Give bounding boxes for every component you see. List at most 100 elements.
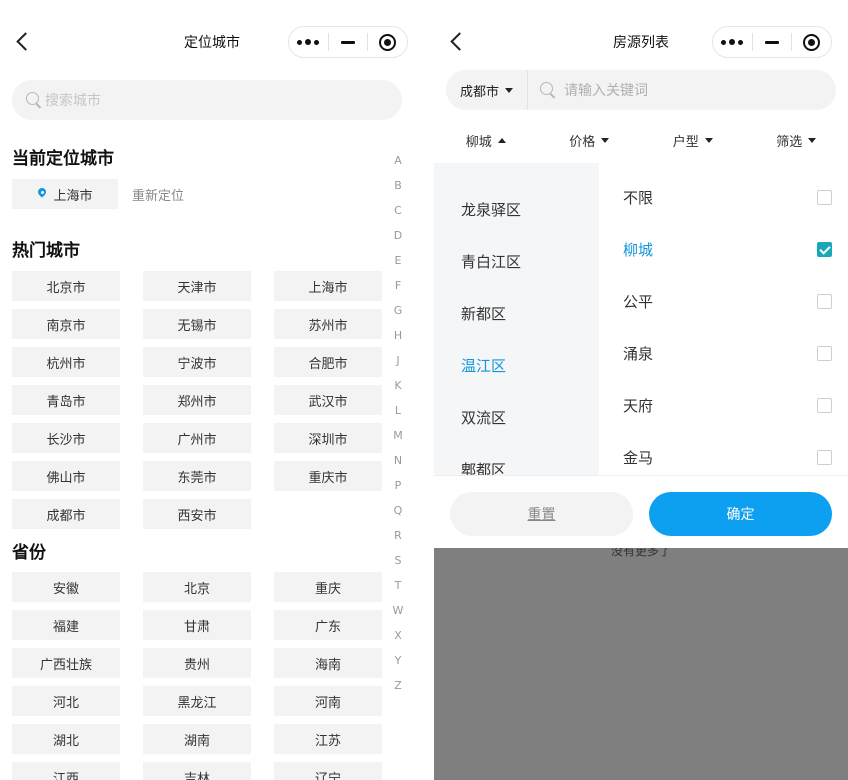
dim-overlay[interactable]: [434, 548, 848, 780]
province-chip[interactable]: 辽宁: [274, 762, 382, 780]
filter-tab[interactable]: 价格: [538, 118, 642, 162]
alphabet-letter[interactable]: Q: [391, 500, 405, 525]
more-button[interactable]: [289, 27, 328, 57]
district-list: 龙泉驿区 青白江区 新都区 温江区 双流区 郫都区: [434, 163, 599, 475]
alphabet-letter[interactable]: X: [391, 625, 405, 650]
alphabet-letter[interactable]: S: [391, 550, 405, 575]
province-chip[interactable]: 海南: [274, 648, 382, 678]
checkbox-icon[interactable]: [817, 397, 832, 413]
province-chip[interactable]: 湖北: [12, 724, 120, 754]
more-button[interactable]: [713, 27, 752, 57]
confirm-button[interactable]: 确定: [649, 492, 832, 536]
hot-city-chip[interactable]: 南京市: [12, 309, 120, 339]
more-dots-icon: [721, 39, 744, 45]
alphabet-letter[interactable]: K: [391, 375, 405, 400]
checkbox-icon[interactable]: [817, 293, 832, 309]
alphabet-letter[interactable]: D: [391, 225, 405, 250]
alphabet-letter[interactable]: Y: [391, 650, 405, 675]
alphabet-letter[interactable]: B: [391, 175, 405, 200]
hot-city-chip[interactable]: 东莞市: [143, 461, 251, 491]
hot-city-chip[interactable]: 天津市: [143, 271, 251, 301]
district-item[interactable]: 双流区: [434, 391, 599, 443]
alphabet-letter[interactable]: R: [391, 525, 405, 550]
area-option[interactable]: 公平: [599, 275, 848, 327]
district-item[interactable]: 温江区: [434, 339, 599, 391]
hot-city-chip[interactable]: 北京市: [12, 271, 120, 301]
province-chip[interactable]: 江苏: [274, 724, 382, 754]
close-miniprogram-button[interactable]: [792, 27, 831, 57]
alphabet-letter[interactable]: G: [391, 300, 405, 325]
area-option[interactable]: 涌泉: [599, 327, 848, 379]
province-chip[interactable]: 江西: [12, 762, 120, 780]
hot-city-chip[interactable]: 西安市: [143, 499, 251, 529]
minimize-button[interactable]: [753, 27, 792, 57]
hot-city-chip[interactable]: 青岛市: [12, 385, 120, 415]
hot-city-chip[interactable]: 重庆市: [274, 461, 382, 491]
checkbox-icon[interactable]: [817, 345, 832, 361]
hot-city-chip[interactable]: 长沙市: [12, 423, 120, 453]
checkbox-icon[interactable]: [817, 189, 832, 205]
filter-tab[interactable]: 柳城: [434, 118, 538, 162]
hot-city-chip[interactable]: 佛山市: [12, 461, 120, 491]
area-option[interactable]: 金马: [599, 431, 848, 475]
province-chip[interactable]: 黑龙江: [143, 686, 251, 716]
province-chip[interactable]: 广东: [274, 610, 382, 640]
hot-city-chip[interactable]: 苏州市: [274, 309, 382, 339]
province-chip[interactable]: 河北: [12, 686, 120, 716]
province-chip[interactable]: 安徽: [12, 572, 120, 602]
city-dropdown[interactable]: 成都市: [446, 70, 528, 110]
province-chip[interactable]: 甘肃: [143, 610, 251, 640]
alphabet-letter[interactable]: Z: [391, 675, 405, 700]
district-item[interactable]: 青白江区: [434, 235, 599, 287]
area-option[interactable]: 不限: [599, 171, 848, 223]
alphabet-letter[interactable]: W: [391, 600, 405, 625]
alphabet-letter[interactable]: F: [391, 275, 405, 300]
hot-city-chip[interactable]: 合肥市: [274, 347, 382, 377]
city-search-input[interactable]: 搜索城市: [12, 80, 402, 120]
province-chip[interactable]: 北京: [143, 572, 251, 602]
close-miniprogram-button[interactable]: [368, 27, 407, 57]
alphabet-letter[interactable]: H: [391, 325, 405, 350]
hot-city-chip[interactable]: 上海市: [274, 271, 382, 301]
hot-city-chip[interactable]: 深圳市: [274, 423, 382, 453]
hot-city-chip[interactable]: 武汉市: [274, 385, 382, 415]
alphabet-letter[interactable]: C: [391, 200, 405, 225]
reset-button[interactable]: 重置: [450, 492, 633, 536]
province-chip[interactable]: 河南: [274, 686, 382, 716]
hot-city-chip[interactable]: 宁波市: [143, 347, 251, 377]
alphabet-letter[interactable]: N: [391, 450, 405, 475]
alphabet-letter[interactable]: J: [391, 350, 405, 375]
hot-city-chip[interactable]: 郑州市: [143, 385, 251, 415]
province-chip[interactable]: 贵州: [143, 648, 251, 678]
minimize-button[interactable]: [329, 27, 368, 57]
hot-city-chip[interactable]: 成都市: [12, 499, 120, 529]
hot-city-chip[interactable]: 杭州市: [12, 347, 120, 377]
checkbox-icon[interactable]: [817, 449, 832, 465]
relocate-button[interactable]: 重新定位: [132, 185, 184, 204]
province-chip[interactable]: 福建: [12, 610, 120, 640]
hot-city-chip[interactable]: 无锡市: [143, 309, 251, 339]
area-option[interactable]: 柳城: [599, 223, 848, 275]
alphabet-letter[interactable]: P: [391, 475, 405, 500]
province-chip[interactable]: 重庆: [274, 572, 382, 602]
area-list: 不限 柳城 公平 涌泉 天府 金马: [599, 163, 848, 475]
district-item[interactable]: 郫都区: [434, 443, 599, 476]
district-item[interactable]: 新都区: [434, 287, 599, 339]
minus-icon: [341, 40, 355, 44]
current-city-chip[interactable]: 上海市: [12, 179, 118, 209]
province-chip[interactable]: 湖南: [143, 724, 251, 754]
alphabet-letter[interactable]: T: [391, 575, 405, 600]
filter-tab[interactable]: 筛选: [745, 118, 848, 162]
alphabet-letter[interactable]: L: [391, 400, 405, 425]
keyword-search-input[interactable]: 请输入关键词: [564, 80, 648, 100]
filter-tab[interactable]: 户型: [641, 118, 745, 162]
province-chip[interactable]: 吉林: [143, 762, 251, 780]
alphabet-letter[interactable]: A: [391, 150, 405, 175]
area-option[interactable]: 天府: [599, 379, 848, 431]
alphabet-letter[interactable]: E: [391, 250, 405, 275]
province-chip[interactable]: 广西壮族: [12, 648, 120, 678]
checkbox-checked-icon[interactable]: [817, 241, 832, 257]
district-item[interactable]: 龙泉驿区: [434, 183, 599, 235]
alphabet-letter[interactable]: M: [391, 425, 405, 450]
hot-city-chip[interactable]: 广州市: [143, 423, 251, 453]
